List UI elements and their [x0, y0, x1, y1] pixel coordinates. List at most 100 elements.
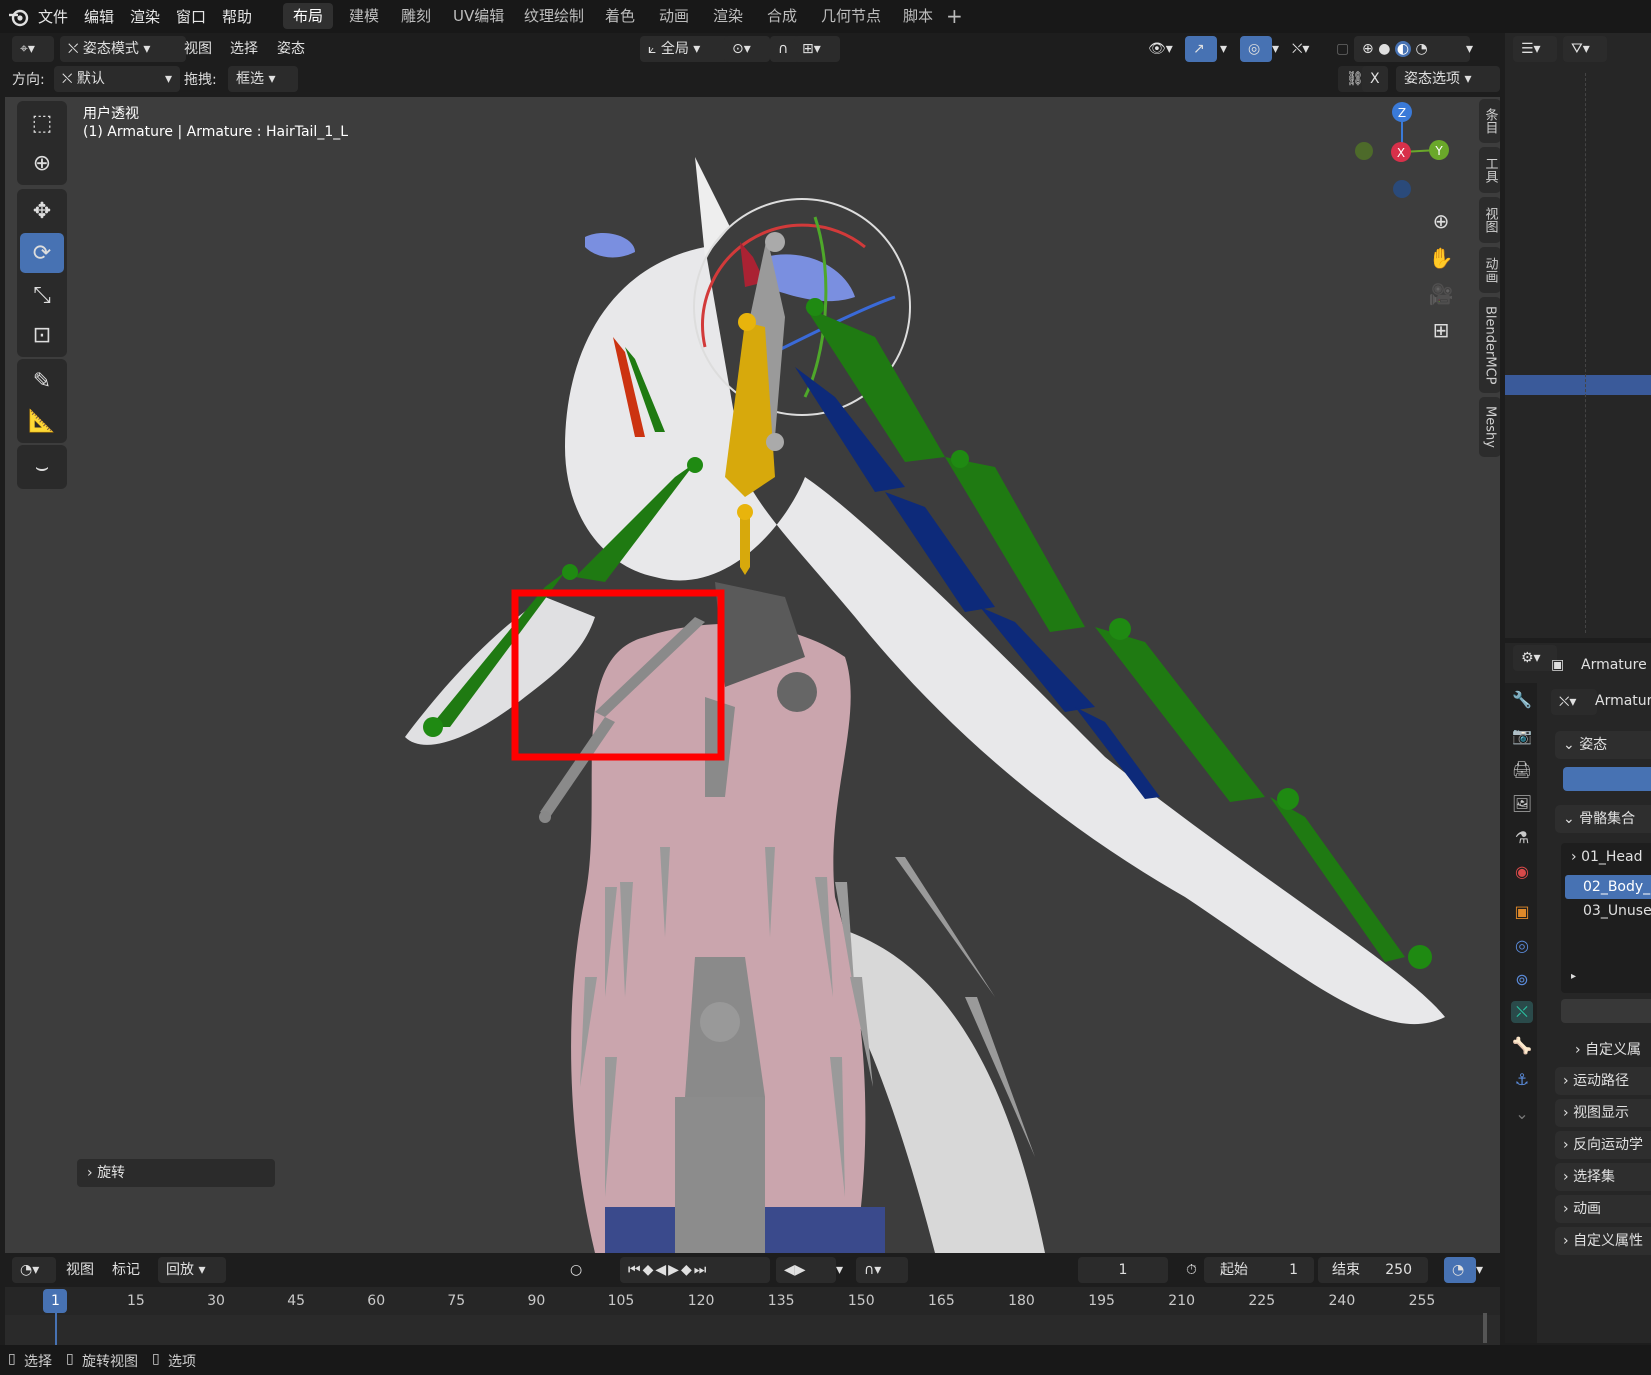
pose-position-toggle[interactable]	[1563, 767, 1651, 791]
add-workspace-icon[interactable]: +	[946, 4, 963, 28]
play-icon[interactable]: ▶	[668, 1262, 681, 1278]
tab-animation[interactable]: 动画	[649, 3, 699, 29]
menu-render[interactable]: 渲染	[130, 6, 160, 27]
solid-shading-icon[interactable]: ●	[1378, 41, 1390, 57]
wireframe-shading-icon[interactable]: ⊕	[1362, 41, 1374, 57]
bone-hairtail-1[interactable]	[805, 307, 945, 462]
3d-viewport[interactable]: 用户透视 (1) Armature | Armature : HairTail_…	[5, 97, 1500, 1253]
tab-texture-paint[interactable]: 纹理绘制	[514, 3, 594, 29]
perspective-grid-icon[interactable]: ⊞	[1424, 313, 1458, 347]
menu-view[interactable]: 视图	[176, 36, 220, 62]
outliner-editor-type-icon[interactable]: ☰▾	[1513, 36, 1557, 62]
bone-pelvis[interactable]	[675, 1097, 765, 1253]
rotate-icon[interactable]: ⟳	[20, 233, 64, 273]
output-settings-icon[interactable]: 🖨	[1511, 759, 1533, 781]
auto-keying-icon[interactable]: ○	[562, 1257, 594, 1283]
jump-end-icon[interactable]: ⏭	[694, 1262, 709, 1278]
orientation-dropdown[interactable]: ⛌ 默认 ▾	[54, 66, 180, 92]
bone-joint[interactable]	[1408, 945, 1432, 969]
zoom-icon[interactable]: ⊕	[1424, 204, 1458, 238]
pivot-point-icon[interactable]: ⊙▾	[724, 36, 770, 62]
visibility-icon[interactable]: 👁▾	[1140, 36, 1186, 62]
timeline-scrollbar[interactable]	[1483, 1313, 1487, 1343]
bone-joint[interactable]	[562, 564, 578, 580]
viewport-display-header[interactable]: › 视图显示	[1555, 1099, 1651, 1127]
menu-select[interactable]: 选择	[222, 36, 266, 62]
sidebar-tab-animation[interactable]: 动画	[1479, 247, 1500, 293]
keyframe-nav-icon[interactable]: ◀▶	[776, 1257, 836, 1283]
editor-type-icon[interactable]: ⌖▾	[12, 36, 54, 62]
bone-joint[interactable]	[539, 811, 551, 823]
tab-scripting[interactable]: 脚本	[893, 3, 943, 29]
timeline-menu-marker[interactable]: 标记	[104, 1257, 148, 1283]
bone-joint[interactable]	[423, 717, 443, 737]
sidebar-tab-view[interactable]: 视图	[1479, 197, 1500, 243]
prev-keyframe-icon[interactable]: ◆	[643, 1262, 656, 1278]
cursor-icon[interactable]: ⊕	[20, 143, 64, 183]
menu-edit[interactable]: 编辑	[84, 6, 114, 27]
bone-joint[interactable]	[951, 450, 969, 468]
gizmo-dropdown-icon[interactable]: ▾	[1212, 36, 1238, 62]
tab-rendering[interactable]: 渲染	[703, 3, 753, 29]
modifier-icon[interactable]: ◎	[1511, 935, 1533, 957]
sidebar-tab-tool[interactable]: 工具	[1479, 147, 1500, 193]
timeline-area[interactable]: 1 15 30 45 60 75 90 105 120 135 150 165 180 195 210 225…	[5, 1287, 1500, 1345]
onion-icon[interactable]: ∩▾	[856, 1257, 908, 1283]
bone-joint[interactable]	[1277, 788, 1299, 810]
timeline-editor-type-icon[interactable]: ◔▾	[12, 1257, 56, 1283]
bone-collection-item-selected[interactable]: 02_Body_	[1565, 875, 1651, 899]
custom-props-subpanel[interactable]: › 自定义属	[1575, 1039, 1641, 1059]
navigation-gizmo[interactable]: Z X Y	[1350, 97, 1450, 207]
tab-shading[interactable]: 着色	[595, 3, 645, 29]
timeline-ruler[interactable]	[5, 1287, 1500, 1315]
relax-pose-icon[interactable]: ⌣	[20, 447, 64, 487]
mirror-x-toggle[interactable]: X	[1362, 66, 1388, 92]
bone-collection-item[interactable]: 03_Unuse	[1583, 903, 1651, 919]
list-expand-icon[interactable]: ▸	[1571, 971, 1576, 982]
bone-joint[interactable]	[737, 504, 753, 520]
timeline-menu-view[interactable]: 视图	[58, 1257, 102, 1283]
transform-icon[interactable]: ⊡	[20, 315, 64, 355]
blender-logo-icon[interactable]	[8, 6, 30, 28]
play-reverse-icon[interactable]: ◀	[655, 1262, 668, 1278]
physics-icon[interactable]: ⊚	[1511, 969, 1533, 991]
tool-settings-icon[interactable]: 🔧	[1511, 689, 1533, 711]
menu-help[interactable]: 帮助	[222, 6, 252, 27]
material-shading-icon[interactable]: ◐	[1394, 41, 1412, 57]
bone-overlay-icon[interactable]: ⛌▾	[1284, 36, 1330, 62]
transform-orientation-select[interactable]: ⟀ 全局 ▾	[640, 36, 732, 62]
armature-data-icon[interactable]: ⛌	[1511, 1001, 1533, 1023]
bone-joint[interactable]	[738, 313, 756, 331]
menu-window[interactable]: 窗口	[176, 6, 206, 27]
menu-pose[interactable]: 姿态	[269, 36, 313, 62]
measure-icon[interactable]: 📐	[20, 401, 64, 441]
bone-collection-item[interactable]: › 01_Head	[1571, 849, 1642, 865]
selection-sets-header[interactable]: › 选择集	[1555, 1163, 1651, 1191]
end-frame-field[interactable]: 结束 250	[1318, 1257, 1428, 1283]
select-box-icon[interactable]: ⬚	[20, 103, 64, 143]
bone-constraint-icon[interactable]: ⚓	[1511, 1069, 1533, 1091]
menu-file[interactable]: 文件	[38, 6, 68, 27]
bone-neck-lower[interactable]	[740, 517, 750, 575]
start-frame-field[interactable]: 起始 1	[1204, 1257, 1314, 1283]
render-settings-icon[interactable]: 📷	[1511, 725, 1533, 747]
scene-icon[interactable]: ⚗	[1511, 827, 1533, 849]
object-icon[interactable]: ▣	[1511, 901, 1533, 923]
custom-properties-header[interactable]: › 自定义属性	[1555, 1227, 1651, 1255]
gizmo-neg-y-axis[interactable]	[1355, 142, 1373, 160]
bone-collections-header[interactable]: ⌄ 骨骼集合	[1555, 805, 1651, 833]
next-keyframe-icon[interactable]: ◆	[681, 1262, 694, 1278]
camera-view-icon[interactable]: 🎥	[1424, 277, 1458, 311]
bone-joint[interactable]	[766, 433, 784, 451]
pose-options-dropdown[interactable]: 姿态选项 ▾	[1396, 66, 1500, 92]
rendered-shading-icon[interactable]: ◔	[1416, 41, 1428, 57]
drag-dropdown[interactable]: 框选 ▾	[228, 66, 298, 92]
bone-icon[interactable]: 🦴	[1511, 1035, 1533, 1057]
bone-joint[interactable]	[1109, 618, 1131, 640]
tab-sculpting[interactable]: 雕刻	[391, 3, 441, 29]
annotate-icon[interactable]: ✎	[20, 361, 64, 401]
outliner-filter-icon[interactable]: ⛛▾	[1563, 36, 1607, 62]
current-frame-field[interactable]: 1	[1078, 1257, 1168, 1283]
view-layer-icon[interactable]: 🖼	[1511, 793, 1533, 815]
tab-compositing[interactable]: 合成	[757, 3, 807, 29]
